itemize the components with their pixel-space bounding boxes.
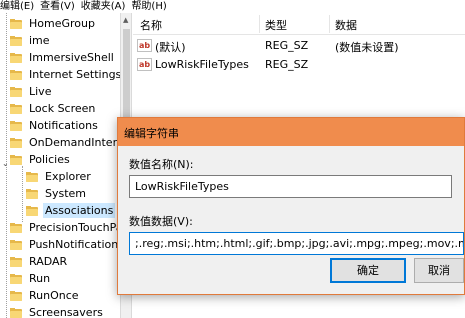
tree-item-live[interactable]: Live (10, 83, 53, 100)
folder-icon (10, 18, 22, 29)
tree-item-policies[interactable]: Policies (10, 151, 72, 168)
folder-icon (10, 103, 22, 114)
tree-item-label: OnDemandInterfac (29, 136, 120, 149)
tree-item-label: ImmersiveShell (29, 51, 114, 64)
folder-icon (26, 188, 38, 199)
list-row-lowriskfiletypes[interactable]: ab LowRiskFileTypes REG_SZ (133, 55, 465, 74)
tree-line (22, 166, 23, 222)
folder-icon (26, 171, 38, 182)
tree-item-radar[interactable]: RADAR (10, 253, 69, 270)
folder-icon (10, 222, 22, 233)
registry-tree: ⌄ HomeGroup ime ImmersiveShell Internet … (0, 13, 120, 318)
column-divider[interactable] (259, 15, 260, 33)
folder-icon (10, 290, 22, 301)
string-value-icon: ab (137, 58, 152, 71)
folder-icon (10, 86, 22, 97)
string-value-icon: ab (137, 39, 152, 52)
menu-bar: 编辑(E) 查看(V) 收藏夹(A) 帮助(H) (0, 0, 465, 13)
value-type: REG_SZ (265, 39, 309, 52)
tree-item-label: Explorer (45, 170, 91, 183)
folder-icon (10, 120, 22, 131)
tree-item-label: Associations (43, 203, 116, 218)
tree-item-pushnotifications[interactable]: PushNotifications (10, 236, 120, 253)
tree-item-explorer[interactable]: Explorer (26, 168, 93, 185)
tree-item-label: Internet Settings (29, 68, 120, 81)
list-row-default[interactable]: ab (默认) REG_SZ (数值未设置) (133, 36, 465, 55)
folder-icon (26, 205, 38, 216)
tree-item-label: System (45, 187, 87, 200)
tree-item-lock-screen[interactable]: Lock Screen (10, 100, 97, 117)
value-name-label: 数值名称(N): (129, 158, 194, 171)
column-data-header[interactable]: 数据 (335, 17, 357, 33)
menu-view[interactable]: 查看(V) (37, 0, 78, 13)
tree-item-label: ime (29, 34, 50, 47)
value-type: REG_SZ (265, 58, 309, 71)
tree-item-internet-settings[interactable]: Internet Settings (10, 66, 120, 83)
tree-item-label: RunOnce (29, 289, 79, 302)
value-data-label: 数值数据(V): (129, 215, 193, 228)
column-divider[interactable] (329, 15, 330, 33)
dialog-body: 数值名称(N): LowRiskFileTypes 数值数据(V): ;.reg… (118, 146, 464, 294)
tree-item-immersiveshell[interactable]: ImmersiveShell (10, 49, 116, 66)
menu-help[interactable]: 帮助(H) (128, 0, 169, 13)
folder-icon (10, 35, 22, 46)
folder-icon (10, 154, 22, 165)
value-name-field[interactable]: LowRiskFileTypes (129, 175, 452, 198)
ok-button[interactable]: 确定 (330, 258, 406, 283)
tree-item-label: Live (29, 85, 52, 98)
tree-item-runonce[interactable]: RunOnce (10, 287, 81, 304)
tree-item-label: RADAR (29, 255, 68, 268)
tree-item-system[interactable]: System (26, 185, 88, 202)
tree-item-run[interactable]: Run (10, 270, 52, 287)
list-header: 名称 类型 数据 (133, 13, 465, 35)
tree-item-label: Notifications (29, 119, 98, 132)
folder-icon (10, 256, 22, 267)
tree-item-label: PrecisionTouchPac (29, 221, 120, 234)
tree-item-label: Lock Screen (29, 102, 96, 115)
folder-icon (10, 307, 22, 318)
tree-item-screensavers[interactable]: Screensavers (10, 304, 105, 318)
folder-icon (10, 273, 22, 284)
folder-icon (10, 137, 22, 148)
tree-item-notifications[interactable]: Notifications (10, 117, 100, 134)
tree-item-precisiontouchpad[interactable]: PrecisionTouchPac (10, 219, 120, 236)
value-name: (默认) (155, 41, 186, 54)
tree-item-label: Run (29, 272, 51, 285)
tree-item-label: PushNotifications (29, 238, 120, 251)
tree-item-associations[interactable]: Associations (26, 202, 116, 219)
edit-string-dialog: 编辑字符串 数值名称(N): LowRiskFileTypes 数值数据(V):… (117, 117, 465, 295)
tree-item-label: HomeGroup (29, 17, 95, 30)
menu-edit[interactable]: 编辑(E) (0, 0, 37, 13)
value-data-input[interactable]: ;.reg;.msi;.htm;.html;.gif;.bmp;.jpg;.av… (129, 232, 464, 255)
tree-item-ime[interactable]: ime (10, 32, 52, 49)
dialog-title: 编辑字符串 (124, 127, 179, 140)
collapse-icon[interactable]: ⌄ (2, 159, 9, 168)
folder-icon (10, 69, 22, 80)
tree-item-homegroup[interactable]: HomeGroup (10, 15, 97, 32)
tree-item-ondemandinterface[interactable]: OnDemandInterfac (10, 134, 120, 151)
folder-icon (10, 52, 22, 63)
scrollbar-thumb[interactable] (123, 29, 130, 129)
scroll-up-icon[interactable]: ▲ (123, 16, 128, 24)
value-data: (数值未设置) (335, 41, 399, 54)
dialog-title-bar[interactable]: 编辑字符串 (118, 118, 464, 146)
column-name-header[interactable]: 名称 (140, 17, 162, 33)
tree-item-label: Policies (29, 153, 70, 166)
cancel-button[interactable]: 取消 (414, 258, 464, 283)
column-type-header[interactable]: 类型 (265, 17, 287, 33)
tree-item-label: Screensavers (29, 306, 103, 318)
value-name: LowRiskFileTypes (155, 58, 249, 71)
folder-icon (10, 239, 22, 250)
menu-favorites[interactable]: 收藏夹(A) (78, 0, 129, 13)
